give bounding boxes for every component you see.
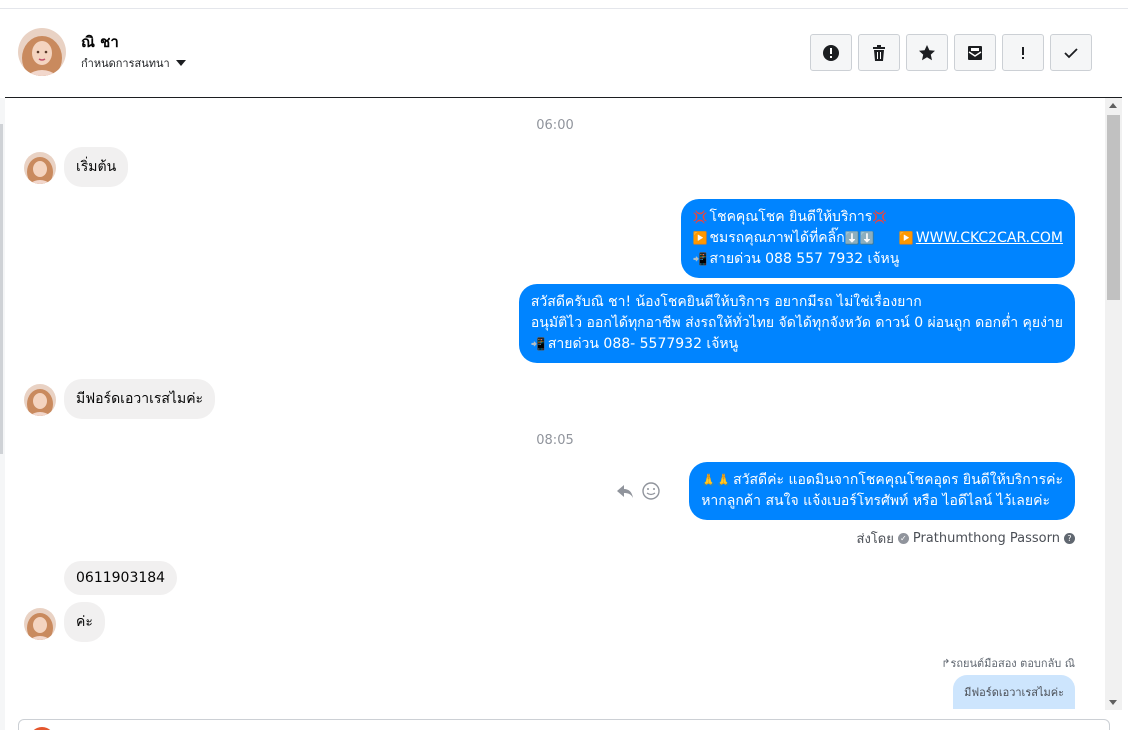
left-panel-scroll[interactable] [0, 124, 3, 454]
scroll-up-icon[interactable] [1109, 103, 1117, 108]
contact-name: ณิ ชา [81, 33, 119, 51]
timestamp: 08:05 [536, 433, 574, 448]
verified-icon: ✓ [897, 533, 909, 544]
help-icon[interactable]: ? [1064, 533, 1075, 544]
message-line: 🙏🙏 สวัสดีค่ะ แอดมินจากโชคคุณโชคอุดร ยินดี… [701, 470, 1063, 491]
message-line: 💢 โชคคุณโชค ยินดีให้บริการ💢 [693, 207, 1063, 228]
reply-icon[interactable] [615, 481, 635, 501]
check-icon [1064, 47, 1078, 58]
avatar-photo-icon [24, 608, 56, 640]
message-text: โชคคุณโชค ยินดีให้บริการ [709, 209, 873, 225]
avatar-photo-icon [18, 28, 66, 76]
scroll-thumb[interactable] [1107, 115, 1120, 300]
contact-avatar-small[interactable] [24, 608, 56, 640]
star-icon [919, 44, 935, 60]
sent-by-info: ส่งโดย ✓ Prathumthong Passorn ? [857, 528, 1075, 549]
contact-avatar-small[interactable] [24, 152, 56, 184]
message-text: สายด่วน 088 557 7932 เจ้หนู [709, 251, 900, 267]
reply-context-text: รถยนต์มือสอง ตอบกลับ ณิ [950, 657, 1075, 670]
incoming-message[interactable]: 0611903184 [64, 561, 178, 595]
contact-avatar-small[interactable] [24, 384, 56, 416]
alert-circle-icon [823, 44, 839, 61]
message-line: 📲 สายด่วน 088 557 7932 เจ้หนู [693, 249, 1063, 270]
sender-name[interactable]: Prathumthong Passorn [913, 531, 1060, 546]
play-icon: ▶️ [692, 231, 708, 245]
message-composer[interactable] [18, 719, 1110, 730]
reply-context: ↱รถยนต์มือสอง ตอบกลับ ณิ [941, 654, 1075, 672]
website-link[interactable]: WWW.CKC2CAR.COM [916, 230, 1063, 246]
play-icon: ▶️ [898, 231, 914, 245]
sent-by-prefix: ส่งโดย [856, 532, 894, 547]
mail-icon [968, 45, 982, 60]
incoming-message[interactable]: มีฟอร์ดเอวาเรสไมค่ะ [64, 379, 216, 419]
message-text: สายด่วน 088- 5577932 เจ้หนู [547, 336, 739, 352]
exclamation-icon [1022, 46, 1024, 59]
incoming-message[interactable]: เริ่มต้น [64, 147, 129, 187]
caret-down-icon [175, 60, 186, 66]
message-text: หากลูกค้า สนใจ แจ้งเบอร์โทรศัพท์ หรือ ไอ… [701, 493, 1050, 509]
done-button[interactable] [1050, 34, 1092, 71]
message-text: ชมรถคุณภาพได้ที่คลิ๊ก [709, 230, 845, 246]
contact-avatar[interactable] [18, 28, 66, 76]
message-line: ▶️ ชมรถคุณภาพได้ที่คลิ๊ก⬇️⬇️ ▶️ WWW.CKC2CA… [693, 228, 1063, 249]
thread-scrollbar[interactable] [1105, 98, 1122, 710]
outgoing-message[interactable]: 🙏🙏 สวัสดีค่ะ แอดมินจากโชคคุณโชคอุดร ยินดี… [689, 462, 1075, 520]
trash-icon [873, 44, 885, 61]
assign-label: กำหนดการสนทนา [81, 57, 170, 70]
message-text: สวัสดีครับณิ ชา! น้องโชคยินดีให้บริการ อ… [530, 294, 922, 310]
top-divider [0, 0, 1128, 9]
phone-icon: 📲 [692, 252, 708, 266]
phone-icon: 📲 [530, 337, 546, 351]
message-tools [615, 481, 661, 501]
pray-icon: 🙏🙏 [701, 473, 732, 487]
message-text: อนุมัติไว ออกได้ทุกอาชีพ ส่งรถให้ทั่วไทย… [530, 315, 1063, 331]
timestamp: 06:00 [536, 118, 574, 133]
down-arrow-icon: ⬇️⬇️ [844, 231, 875, 245]
outgoing-message[interactable]: 💢 โชคคุณโชค ยินดีให้บริการ💢 ▶️ ชมรถคุณภาพไ… [680, 199, 1075, 278]
sparkle-icon: 💢 [872, 210, 888, 224]
report-button[interactable] [810, 34, 852, 71]
mark-unread-button[interactable] [954, 34, 996, 71]
delete-button[interactable] [858, 34, 900, 71]
spam-button[interactable] [1002, 34, 1044, 71]
header-actions [810, 34, 1092, 71]
conversation-assign-dropdown[interactable]: กำหนดการสนทนา [81, 54, 186, 72]
message-text: สวัสดีค่ะ แอดมินจากโชคคุณโชคอุดร ยินดีให… [733, 472, 1063, 488]
sparkle-icon: 💢 [692, 210, 708, 224]
message-thread[interactable]: 06:00 เริ่มต้น 💢 โชคคุณโชค ยินดีให้บริการ… [5, 98, 1105, 710]
smiley-icon[interactable] [641, 481, 661, 501]
avatar-photo-icon [24, 152, 56, 184]
messenger-conversation: ณิ ชา กำหนดการสนทนา 06:00 เริ่มต้น 💢 โชค… [0, 0, 1128, 730]
avatar-photo-icon [24, 384, 56, 416]
outgoing-message[interactable]: สวัสดีครับณิ ชา! น้องโชคยินดีให้บริการ อ… [518, 284, 1075, 363]
scroll-down-icon[interactable] [1109, 700, 1117, 705]
incoming-message[interactable]: ค่ะ [64, 602, 105, 642]
message-line: 📲 สายด่วน 088- 5577932 เจ้หนู [531, 334, 1063, 355]
conversation-header: ณิ ชา กำหนดการสนทนา [5, 9, 1122, 98]
star-button[interactable] [906, 34, 948, 71]
quoted-message[interactable]: มีฟอร์ดเอวาเรสไมค่ะ [953, 675, 1075, 709]
